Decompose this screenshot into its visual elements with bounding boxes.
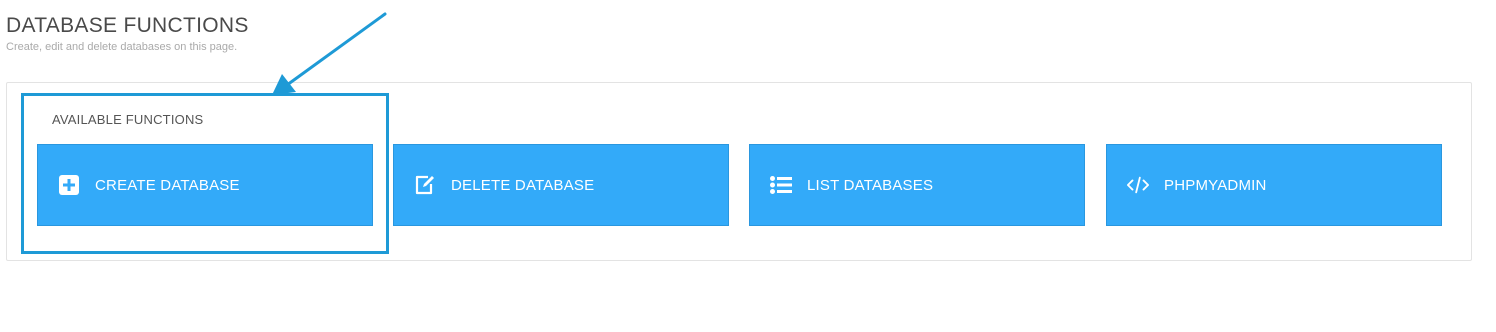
section-label: AVAILABLE FUNCTIONS bbox=[52, 112, 204, 127]
delete-database-label: DELETE DATABASE bbox=[451, 176, 595, 194]
phpmyadmin-button[interactable]: PHPMYADMIN bbox=[1106, 144, 1442, 226]
code-icon bbox=[1127, 174, 1149, 196]
phpmyadmin-label: PHPMYADMIN bbox=[1164, 176, 1267, 194]
create-database-label: CREATE DATABASE bbox=[95, 176, 240, 194]
list-databases-label: LIST DATABASES bbox=[807, 176, 934, 194]
list-databases-button[interactable]: LIST DATABASES bbox=[749, 144, 1085, 226]
create-database-button[interactable]: CREATE DATABASE bbox=[37, 144, 373, 226]
page-title: DATABASE FUNCTIONS bbox=[6, 14, 249, 37]
list-icon bbox=[770, 174, 792, 196]
delete-database-button[interactable]: DELETE DATABASE bbox=[393, 144, 729, 226]
edit-icon bbox=[414, 174, 436, 196]
page-subtitle: Create, edit and delete databases on thi… bbox=[6, 41, 238, 53]
plus-square-icon bbox=[58, 174, 80, 196]
